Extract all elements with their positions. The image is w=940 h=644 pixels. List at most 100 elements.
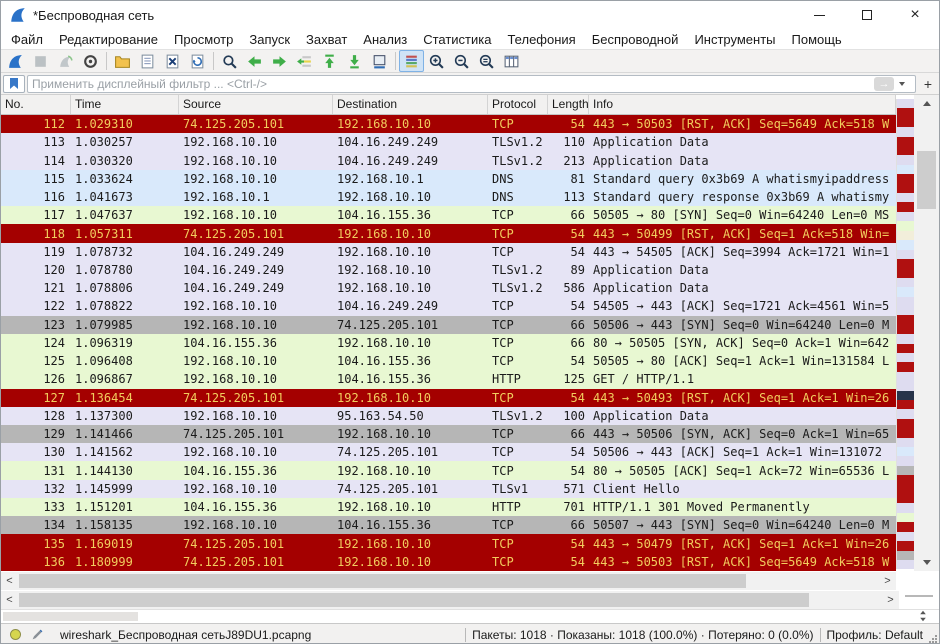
packet-row-131[interactable]: 1311.144130104.16.155.36192.168.10.10TCP… — [1, 461, 896, 479]
filter-add-button[interactable]: + — [919, 75, 937, 93]
column-header-length[interactable]: Length — [548, 95, 589, 114]
packet-row-115[interactable]: 1151.033624192.168.10.10192.168.10.1DNS8… — [1, 170, 896, 188]
save-file-icon[interactable] — [135, 50, 160, 72]
menu-файл[interactable]: Файл — [3, 31, 51, 48]
cell-info: 50506 → 443 [ACK] Seq=1 Ack=1 Win=131072 — [589, 445, 896, 459]
capture-options-icon[interactable] — [78, 50, 103, 72]
go-last-icon[interactable] — [342, 50, 367, 72]
packet-row-129[interactable]: 1291.14146674.125.205.101192.168.10.10TC… — [1, 425, 896, 443]
packet-row-116[interactable]: 1161.041673192.168.10.1192.168.10.10DNS1… — [1, 188, 896, 206]
display-filter-input[interactable] — [27, 75, 916, 93]
packet-row-125[interactable]: 1251.096408192.168.10.10104.16.155.36TCP… — [1, 352, 896, 370]
cell-time: 1.144130 — [71, 464, 179, 478]
colorize-icon[interactable] — [399, 50, 424, 72]
menu-инструменты[interactable]: Инструменты — [686, 31, 783, 48]
vertical-scroll-thumb[interactable] — [917, 151, 936, 209]
hscroll-thumb[interactable] — [19, 593, 809, 607]
packet-row-113[interactable]: 1131.030257192.168.10.10104.16.249.249TL… — [1, 133, 896, 151]
menu-помощь[interactable]: Помощь — [784, 31, 850, 48]
maximize-button[interactable] — [843, 1, 891, 29]
packet-list-hscrollbar[interactable]: < > — [1, 572, 896, 590]
packet-row-114[interactable]: 1141.030320192.168.10.10104.16.249.249TL… — [1, 151, 896, 169]
cell-dst: 192.168.10.10 — [333, 281, 488, 295]
packet-row-135[interactable]: 1351.16901974.125.205.101192.168.10.10TC… — [1, 534, 896, 552]
pane-splitter-handle[interactable] — [905, 595, 933, 597]
resize-columns-icon[interactable] — [499, 50, 524, 72]
packet-row-118[interactable]: 1181.05731174.125.205.101192.168.10.10TC… — [1, 224, 896, 242]
column-header-destination[interactable]: Destination — [333, 95, 488, 114]
packet-row-122[interactable]: 1221.078822192.168.10.10104.16.249.249TC… — [1, 297, 896, 315]
capture-comment-icon[interactable] — [30, 628, 44, 642]
open-file-icon[interactable] — [110, 50, 135, 72]
packet-row-124[interactable]: 1241.096319104.16.155.36192.168.10.10TCP… — [1, 334, 896, 352]
resize-grip[interactable] — [927, 633, 937, 643]
pane-spinner[interactable] — [919, 610, 927, 622]
packet-row-117[interactable]: 1171.047637192.168.10.10104.16.155.36TCP… — [1, 206, 896, 224]
start-capture-icon[interactable] — [3, 50, 28, 72]
minimap-stripe — [897, 231, 914, 240]
menu-статистика[interactable]: Статистика — [415, 31, 499, 48]
menu-захват[interactable]: Захват — [298, 31, 355, 48]
menu-просмотр[interactable]: Просмотр — [166, 31, 241, 48]
packet-row-112[interactable]: 1121.02931074.125.205.101192.168.10.10TC… — [1, 115, 896, 133]
packet-row-133[interactable]: 1331.151201104.16.155.36192.168.10.10HTT… — [1, 498, 896, 516]
zoom-reset-icon[interactable] — [474, 50, 499, 72]
detail-pane-hscrollbar[interactable]: < > — [1, 591, 899, 609]
find-packet-icon[interactable] — [217, 50, 242, 72]
menu-беспроводной[interactable]: Беспроводной — [584, 31, 687, 48]
auto-scroll-icon[interactable] — [367, 50, 392, 72]
packet-row-121[interactable]: 1211.078806104.16.249.249192.168.10.10TL… — [1, 279, 896, 297]
go-first-icon[interactable] — [317, 50, 342, 72]
close-button[interactable]: × — [891, 1, 939, 29]
packet-row-126[interactable]: 1261.096867192.168.10.10104.16.155.36HTT… — [1, 370, 896, 388]
minimize-button[interactable] — [795, 1, 843, 29]
toolbar-separator — [395, 52, 396, 70]
filter-bookmark-button[interactable] — [3, 75, 25, 93]
cell-len: 113 — [548, 190, 589, 204]
column-header-protocol[interactable]: Protocol — [488, 95, 548, 114]
cell-src: 192.168.10.10 — [179, 482, 333, 496]
menu-запуск[interactable]: Запуск — [241, 31, 298, 48]
reload-file-icon[interactable] — [185, 50, 210, 72]
column-header-info[interactable]: Info — [589, 95, 896, 114]
menu-телефония[interactable]: Телефония — [499, 31, 583, 48]
zoom-out-icon[interactable] — [449, 50, 474, 72]
filter-dropdown-button[interactable] — [896, 77, 908, 91]
packet-minimap[interactable] — [896, 99, 914, 569]
go-back-icon[interactable] — [242, 50, 267, 72]
menu-анализ[interactable]: Анализ — [355, 31, 415, 48]
minimap-stripe — [897, 541, 914, 550]
column-header-source[interactable]: Source — [179, 95, 333, 114]
packet-row-128[interactable]: 1281.137300192.168.10.1095.163.54.50TLSv… — [1, 407, 896, 425]
packet-row-127[interactable]: 1271.13645474.125.205.101192.168.10.10TC… — [1, 389, 896, 407]
packet-row-123[interactable]: 1231.079985192.168.10.1074.125.205.101TC… — [1, 316, 896, 334]
scroll-left-button[interactable]: < — [1, 591, 18, 609]
packet-row-136[interactable]: 1361.18099974.125.205.101192.168.10.10TC… — [1, 553, 896, 571]
zoom-in-icon[interactable] — [424, 50, 449, 72]
column-header-time[interactable]: Time — [71, 95, 179, 114]
scroll-right-button[interactable]: > — [879, 572, 896, 590]
minimap-stripe — [897, 494, 914, 503]
scroll-down-button[interactable] — [914, 554, 939, 571]
vertical-scrollbar[interactable] — [914, 95, 939, 571]
packet-row-120[interactable]: 1201.078780104.16.249.249192.168.10.10TL… — [1, 261, 896, 279]
go-forward-icon[interactable] — [267, 50, 292, 72]
packet-row-130[interactable]: 1301.141562192.168.10.1074.125.205.101TC… — [1, 443, 896, 461]
minimap-stripe — [897, 287, 914, 296]
packet-row-119[interactable]: 1191.078732104.16.249.249192.168.10.10TC… — [1, 243, 896, 261]
scroll-left-button[interactable]: < — [1, 572, 18, 590]
expert-info-icon[interactable] — [10, 629, 21, 640]
close-file-icon[interactable] — [160, 50, 185, 72]
go-to-packet-icon[interactable] — [292, 50, 317, 72]
cell-len: 100 — [548, 409, 589, 423]
scroll-up-button[interactable] — [914, 95, 939, 112]
minimap-stripe — [897, 99, 914, 108]
menu-редактирование[interactable]: Редактирование — [51, 31, 166, 48]
packet-row-132[interactable]: 1321.145999192.168.10.1074.125.205.101TL… — [1, 480, 896, 498]
filter-apply-button[interactable]: → — [874, 77, 894, 91]
packet-row-134[interactable]: 1341.158135192.168.10.10104.16.155.36TCP… — [1, 516, 896, 534]
profile-label[interactable]: Профиль: Default — [827, 628, 924, 642]
scroll-right-button[interactable]: > — [882, 591, 899, 609]
column-header-no[interactable]: No. — [1, 95, 71, 114]
hscroll-thumb[interactable] — [19, 574, 746, 588]
